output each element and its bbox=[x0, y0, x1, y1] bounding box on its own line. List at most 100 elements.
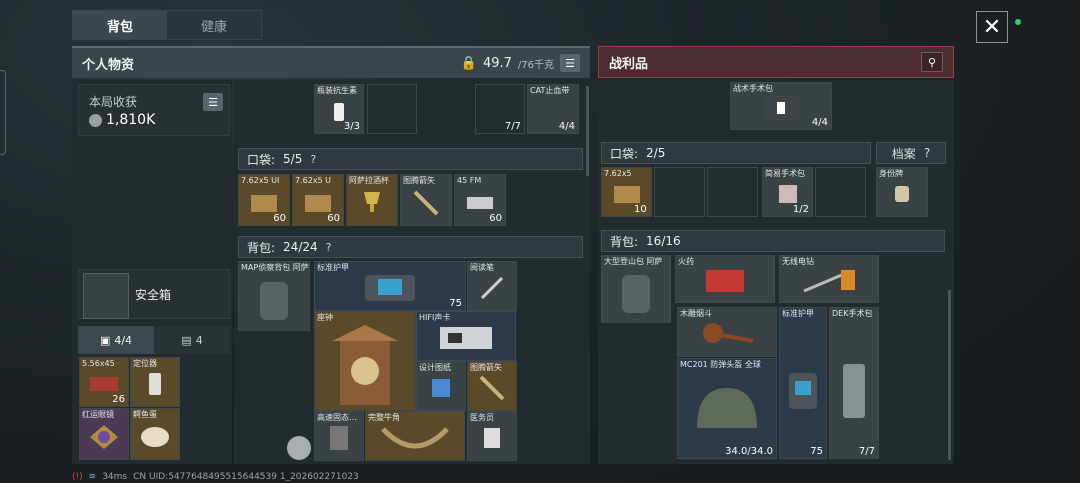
loot-pocket-simple-kit[interactable]: 简易手术包 1/2 bbox=[762, 167, 813, 217]
loot-helmet[interactable]: MC201 防弹头盔 全球 34.0/34.0 bbox=[677, 358, 777, 459]
close-button[interactable]: ✕ bbox=[976, 11, 1008, 43]
bottle-icon bbox=[334, 103, 344, 122]
loot-scrollbar[interactable] bbox=[948, 290, 951, 460]
income-value-row: 1,810K bbox=[89, 112, 155, 128]
loot-backpack[interactable]: 大型登山包 阿萨 bbox=[601, 255, 671, 323]
item-name: 高速固态… bbox=[317, 413, 357, 422]
bag-item-pen[interactable]: 阅读笔 bbox=[467, 261, 517, 311]
armor-icon bbox=[789, 372, 817, 409]
item-count: 7/7 bbox=[858, 446, 875, 457]
bag-item-armor[interactable]: 标准护甲 75 bbox=[314, 261, 466, 311]
bag-item-ssd[interactable]: 高速固态… bbox=[314, 411, 364, 461]
pocket-item-3[interactable]: 阿萨拉酒杯 bbox=[346, 174, 398, 226]
sort-button[interactable]: ☰ bbox=[560, 54, 580, 72]
list-icon: ☰ bbox=[565, 56, 575, 70]
help-icon[interactable]: ? bbox=[310, 153, 316, 166]
item-count: 26 bbox=[112, 394, 125, 405]
loot-gunpowder[interactable]: 火药 bbox=[675, 255, 775, 303]
archive-button[interactable]: 档案? bbox=[876, 142, 946, 164]
item-tourniquet[interactable]: CAT止血带 4/4 bbox=[527, 84, 579, 134]
briefcase-icon: ▣ bbox=[99, 333, 111, 347]
item-count: 3/3 bbox=[343, 121, 360, 132]
weight-icon: 🔒 bbox=[460, 55, 477, 71]
armor-icon bbox=[365, 275, 415, 302]
ammo-crate-icon bbox=[613, 186, 640, 204]
pen-icon bbox=[480, 277, 504, 300]
item-name: 火药 bbox=[678, 257, 694, 266]
loot-pocket-ammo[interactable]: 7.62x5 10 bbox=[601, 167, 652, 217]
item-antibiotic[interactable]: 瓶装抗生素 3/3 bbox=[314, 84, 364, 134]
item-name: MC201 防弹头盔 全球 bbox=[680, 360, 761, 369]
tab-health[interactable]: 健康 bbox=[167, 11, 261, 39]
pocket-item-5[interactable]: 45 FM 60 bbox=[454, 174, 506, 226]
item-count: 4/4 bbox=[811, 117, 828, 128]
archive-label: 档案 bbox=[891, 146, 916, 161]
safebox-slot[interactable]: 安全箱 bbox=[78, 269, 230, 319]
loot-armor[interactable]: 标准护甲 75 bbox=[779, 307, 827, 459]
pocket-item-2[interactable]: 7.62x5 U 60 bbox=[292, 174, 344, 226]
ammo-icon bbox=[467, 196, 493, 209]
equipped-backpack[interactable]: MAP侦察背包 阿萨 bbox=[238, 261, 310, 331]
item-count: 4/4 bbox=[558, 121, 575, 132]
drill-icon bbox=[803, 270, 855, 293]
loot-pocket-header: 口袋: 2/5 bbox=[601, 142, 871, 164]
loot-header: 战利品 ⚲ bbox=[598, 46, 954, 78]
tab-backpack[interactable]: 背包 bbox=[73, 11, 167, 39]
bag-item-clock[interactable]: 座钟 bbox=[314, 311, 416, 411]
safebox-tab-count: 4/4 bbox=[114, 333, 133, 347]
safebox-tab-secondary[interactable]: ▤ 4 bbox=[154, 326, 230, 354]
loot-dogtag[interactable]: 身份牌 bbox=[876, 167, 928, 217]
income-detail-button[interactable]: ☰ bbox=[203, 93, 223, 111]
bag-item-arrow[interactable]: 图腾箭矢 bbox=[467, 361, 517, 411]
pocket-item-4[interactable]: 图腾箭矢 bbox=[400, 174, 452, 226]
loot-pocket-label: 口袋: bbox=[610, 146, 639, 161]
locator-icon bbox=[149, 373, 161, 396]
empty-slot[interactable] bbox=[367, 84, 417, 134]
item-name: DEK手术包 bbox=[832, 309, 873, 318]
weight-readout: 🔒 49.7/76千克 ☰ bbox=[461, 54, 580, 72]
loot-pipe[interactable]: 木雕烟斗 bbox=[677, 307, 777, 357]
ssd-icon bbox=[330, 426, 348, 451]
loot-drill[interactable]: 无线电钻 bbox=[779, 255, 879, 303]
item-name: 简易手术包 bbox=[765, 169, 805, 178]
safebox-tab-container[interactable]: ▣ 4/4 bbox=[78, 326, 154, 354]
loot-item-surgical-kit[interactable]: 战术手术包 4/4 bbox=[730, 82, 832, 130]
bag-item-soundcard[interactable]: HIFI声卡 bbox=[416, 311, 516, 361]
gunpowder-icon bbox=[706, 270, 744, 293]
item-name: 战术手术包 bbox=[733, 84, 773, 93]
backpack-section-header: 背包: 24/24? bbox=[238, 236, 583, 258]
loot-location-button[interactable]: ⚲ bbox=[921, 52, 943, 72]
status-bar: (!) ≋ 34ms CN UID:5477648495515644539 1_… bbox=[72, 470, 359, 483]
location-pin-icon: ⚲ bbox=[927, 55, 937, 69]
side-handle[interactable] bbox=[0, 70, 6, 155]
item-medical[interactable]: 7/7 bbox=[475, 84, 525, 134]
item-name: 阿萨拉酒杯 bbox=[349, 176, 389, 185]
bag-item-blueprint[interactable]: 设计图纸 bbox=[416, 361, 466, 411]
coin-icon bbox=[89, 113, 102, 127]
income-label: 本局收获 bbox=[89, 95, 138, 109]
empty-slot[interactable] bbox=[654, 167, 705, 217]
bag-item-medic[interactable]: 医务员 bbox=[467, 411, 517, 461]
safe-item-ammo[interactable]: 5.56x45 26 bbox=[79, 357, 129, 407]
secondary-tab-count: 4 bbox=[195, 333, 203, 347]
backpack-count: 24/24 bbox=[283, 240, 318, 254]
loot-dek-kit[interactable]: DEK手术包 7/7 bbox=[829, 307, 879, 459]
safe-item-croc-egg[interactable]: 鳄鱼蛋 bbox=[130, 408, 180, 460]
empty-slot[interactable] bbox=[707, 167, 758, 217]
bag-item-horn[interactable]: 完整牛角 bbox=[365, 411, 465, 461]
medkit-icon bbox=[763, 96, 799, 121]
ammo-crate-icon bbox=[305, 194, 331, 212]
item-name: 7.62x5 U bbox=[295, 176, 332, 185]
item-name: CAT止血带 bbox=[530, 86, 570, 95]
floating-assist-button[interactable] bbox=[287, 436, 311, 460]
item-name: 7.62x5 bbox=[604, 169, 632, 178]
empty-slot[interactable] bbox=[815, 167, 866, 217]
help-icon[interactable]: ? bbox=[326, 241, 332, 254]
glasses-icon bbox=[90, 424, 118, 449]
personal-scrollbar[interactable] bbox=[586, 86, 589, 176]
safe-item-locator[interactable]: 定位器 bbox=[130, 357, 180, 407]
item-name: 鳄鱼蛋 bbox=[133, 410, 157, 419]
pocket-item-1[interactable]: 7.62x5 UI 60 bbox=[238, 174, 290, 226]
ammo-box-icon bbox=[90, 377, 118, 392]
safe-item-glasses[interactable]: 红运眼镜 bbox=[79, 408, 129, 460]
